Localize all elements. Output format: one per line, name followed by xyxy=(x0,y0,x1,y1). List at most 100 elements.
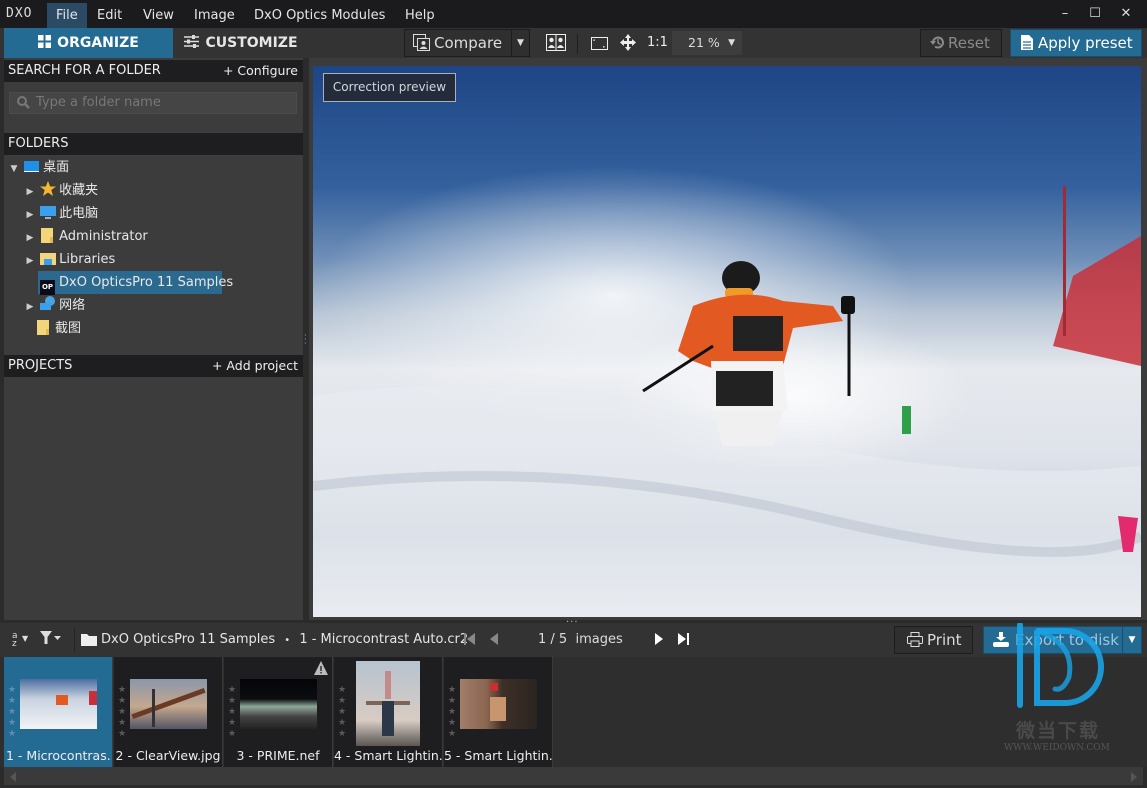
thumbnail-4[interactable]: ★ ★ ★ ★ ★ 4 - Smart Lightin... xyxy=(334,657,443,767)
tree-item-network[interactable]: ▶ 网络 xyxy=(24,294,85,317)
one-to-one-button[interactable]: 1:1 xyxy=(647,35,668,50)
next-image-icon[interactable] xyxy=(655,633,663,649)
pan-move-icon[interactable] xyxy=(620,34,636,55)
collapsed-arrow-icon[interactable]: ▶ xyxy=(24,250,36,273)
expanded-arrow-icon[interactable]: ▼ xyxy=(8,158,20,181)
watermark-url: WWW.WEIDOWN.COM xyxy=(1004,743,1110,753)
maximize-button[interactable]: ☐ xyxy=(1081,4,1109,24)
filter-icon[interactable] xyxy=(40,631,64,649)
thumbnail-caption: 2 - ClearView.jpg xyxy=(115,748,221,763)
rating-stars[interactable]: ★ ★ ★ ★ ★ xyxy=(8,685,18,740)
search-placeholder: Type a folder name xyxy=(36,95,161,110)
projects-title: PROJECTS xyxy=(8,358,73,373)
export-to-disk-button[interactable]: Export to disk xyxy=(983,626,1123,654)
folder-icon xyxy=(36,320,51,335)
thumbnail-5[interactable]: ★ ★ ★ ★ ★ 5 - Smart Lightin... xyxy=(444,657,553,767)
fit-screen-icon[interactable] xyxy=(591,37,608,54)
libraries-icon xyxy=(40,251,57,266)
menu-help[interactable]: Help xyxy=(396,3,444,28)
menu-image[interactable]: Image xyxy=(185,3,244,28)
tab-customize[interactable]: CUSTOMIZE xyxy=(173,28,309,58)
scroll-left-icon[interactable] xyxy=(10,771,16,786)
compare-label: Compare xyxy=(434,34,503,52)
collapsed-arrow-icon[interactable]: ▶ xyxy=(24,204,36,227)
filmstrip-scrollbar[interactable] xyxy=(4,767,1143,785)
export-dropdown[interactable]: ▼ xyxy=(1122,626,1142,654)
reset-button[interactable]: Reset xyxy=(920,29,1002,57)
configure-button[interactable]: + Configure xyxy=(223,60,298,82)
tree-item-screenshots[interactable]: 截图 xyxy=(36,317,81,340)
tree-item-libraries[interactable]: ▶ Libraries xyxy=(24,248,116,273)
thumbnail-image xyxy=(240,679,317,729)
tab-organize[interactable]: ORGANIZE xyxy=(4,28,173,58)
thumbnail-image xyxy=(20,679,97,729)
collapsed-arrow-icon[interactable]: ▶ xyxy=(24,227,36,250)
tab-customize-label: CUSTOMIZE xyxy=(205,35,298,51)
filmstrip: ★ ★ ★ ★ ★ 1 - Microcontras... ★ ★ ★ ★ ★ 2 - Clea… xyxy=(0,657,1147,767)
thumbnail-image xyxy=(356,661,420,746)
compare-icon xyxy=(413,33,430,59)
breadcrumb: DxO OpticsPro 11 Samples • 1 - Microcont… xyxy=(101,632,468,647)
previous-image-icon[interactable] xyxy=(490,633,498,649)
rating-stars[interactable]: ★ ★ ★ ★ ★ xyxy=(338,685,348,740)
close-button[interactable]: ✕ xyxy=(1112,4,1140,24)
sort-icon[interactable]: az xyxy=(12,632,18,649)
star-icon xyxy=(40,181,57,196)
left-panel: SEARCH FOR A FOLDER + Configure Type a f… xyxy=(4,58,303,620)
breadcrumb-folder[interactable]: DxO OpticsPro 11 Samples xyxy=(101,632,275,647)
tree-label: Libraries xyxy=(59,252,116,267)
tree-label: 网络 xyxy=(59,298,86,313)
collapsed-arrow-icon[interactable]: ▶ xyxy=(24,296,36,319)
print-button[interactable]: Print xyxy=(894,626,973,654)
menu-file[interactable]: File xyxy=(47,3,87,28)
add-project-button[interactable]: + Add project xyxy=(212,355,298,377)
compare-button[interactable]: Compare xyxy=(404,29,512,57)
folder-icon xyxy=(81,634,97,650)
folder-search-input[interactable]: Type a folder name xyxy=(9,92,297,114)
side-by-side-icon[interactable] xyxy=(546,34,566,55)
folders-title: FOLDERS xyxy=(8,136,69,151)
panel-resize-handle[interactable]: · · · xyxy=(304,332,308,348)
tree-item-this-pc[interactable]: ▶ 此电脑 xyxy=(24,202,98,225)
network-icon xyxy=(40,296,56,311)
thumbnail-1[interactable]: ★ ★ ★ ★ ★ 1 - Microcontras... xyxy=(4,657,113,767)
main-toolbar: ORGANIZE CUSTOMIZE Compare ▼ 1:1 21 % ▼ … xyxy=(0,28,1147,58)
rating-stars[interactable]: ★ ★ ★ ★ ★ xyxy=(448,685,458,740)
thumbnail-3[interactable]: ★ ★ ★ ★ ★ 3 - PRIME.nef xyxy=(224,657,333,767)
compare-dropdown[interactable]: ▼ xyxy=(511,29,530,57)
sort-dropdown-icon[interactable]: ▼ xyxy=(22,634,28,643)
toolbar-divider xyxy=(577,34,578,54)
tree-item-administrator[interactable]: ▶ Administrator xyxy=(24,225,148,248)
menu-edit[interactable]: Edit xyxy=(88,3,131,28)
tree-label: 收藏夹 xyxy=(59,183,99,198)
scroll-right-icon[interactable] xyxy=(1131,771,1137,786)
folder-icon xyxy=(40,228,55,243)
preview-image[interactable] xyxy=(313,66,1141,617)
tree-item-favorites[interactable]: ▶ 收藏夹 xyxy=(24,179,98,202)
apply-preset-button[interactable]: Apply preset xyxy=(1010,29,1142,57)
history-icon xyxy=(930,32,945,58)
minimize-button[interactable]: – xyxy=(1051,4,1079,24)
collapsed-arrow-icon[interactable]: ▶ xyxy=(24,181,36,204)
tree-label: Administrator xyxy=(59,229,148,244)
breadcrumb-file: 1 - Microcontrast Auto.cr2 xyxy=(299,632,469,647)
warning-icon xyxy=(314,659,328,679)
preset-icon xyxy=(1021,32,1033,58)
rating-stars[interactable]: ★ ★ ★ ★ ★ xyxy=(228,685,238,740)
thumbnail-caption: 3 - PRIME.nef xyxy=(236,748,320,763)
sliders-icon xyxy=(184,29,200,59)
tree-label: 此电脑 xyxy=(59,206,99,221)
correction-preview-badge[interactable]: Correction preview xyxy=(323,73,456,102)
thumbnail-2[interactable]: ★ ★ ★ ★ ★ 2 - ClearView.jpg xyxy=(114,657,223,767)
menu-dxo-optics-modules[interactable]: DxO Optics Modules xyxy=(245,3,394,28)
menu-view[interactable]: View xyxy=(134,3,183,28)
first-image-icon[interactable] xyxy=(464,633,475,649)
tree-label: 桌面 xyxy=(43,160,70,175)
printer-icon xyxy=(907,629,923,655)
tree-item-dxo-samples[interactable]: OP DxO OpticsPro 11 Samples xyxy=(38,271,233,295)
zoom-select[interactable]: 21 % ▼ xyxy=(672,31,742,55)
rating-stars[interactable]: ★ ★ ★ ★ ★ xyxy=(118,685,128,740)
tree-item-desktop[interactable]: ▼ 桌面 xyxy=(8,156,70,181)
last-image-icon[interactable] xyxy=(678,633,689,649)
search-folder-title: SEARCH FOR A FOLDER xyxy=(8,63,161,78)
